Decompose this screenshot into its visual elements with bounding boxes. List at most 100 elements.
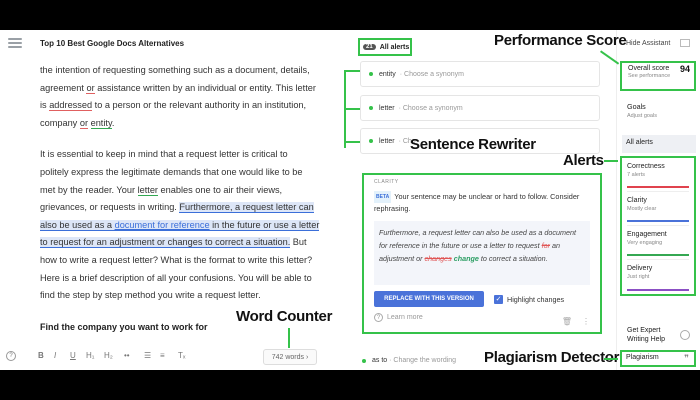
alert-card[interactable]: entity · Choose a synonym xyxy=(360,61,600,87)
category-name: Delivery xyxy=(627,265,653,272)
text-line: assistance written by an individual or e… xyxy=(94,82,316,93)
bold-button[interactable]: B xyxy=(38,351,44,360)
sentence-rewriter-card[interactable]: CLARITY BETA Your sentence may be unclear… xyxy=(362,173,602,334)
text-line: is xyxy=(40,100,50,111)
category-delivery[interactable]: Delivery Just right xyxy=(627,260,689,294)
highlighted-sentence[interactable]: Furthermore, a request letter can xyxy=(179,202,314,214)
paragraph-1: the intention of requesting something su… xyxy=(40,62,330,132)
highlighted-sentence[interactable]: to request for an adjustment or changes … xyxy=(40,237,291,249)
text-line: agreement xyxy=(40,82,87,93)
hide-assistant-button[interactable]: Hide Assistant xyxy=(626,40,670,47)
flagged-word[interactable]: letter xyxy=(137,184,158,196)
category-bar xyxy=(627,220,689,222)
category-correctness[interactable]: Correctness 7 alerts xyxy=(627,158,689,192)
chevron-right-icon: › xyxy=(305,353,309,361)
alert-card[interactable]: letter · Choose a synonym xyxy=(360,95,600,121)
all-alerts-nav[interactable]: All alerts xyxy=(622,135,696,153)
category-status: Mostly clear xyxy=(627,206,657,212)
all-alerts-tab[interactable]: 21 All alerts xyxy=(358,38,412,56)
category-bar xyxy=(627,254,689,256)
category-name: Correctness xyxy=(627,163,665,170)
overall-score-value: 94 xyxy=(679,64,690,74)
unordered-list-icon[interactable]: ≡ xyxy=(160,351,165,360)
annotation-arrow xyxy=(288,328,290,348)
document-title: Top 10 Best Google Docs Alternatives xyxy=(40,39,185,48)
text-line: how to write a request letter? What is t… xyxy=(40,254,313,265)
replace-button[interactable]: REPLACE WITH THIS VERSION xyxy=(374,291,484,307)
alert-dot-icon xyxy=(369,72,373,76)
category-status: Just right xyxy=(627,274,650,280)
alert-categories: Correctness 7 alerts Clarity Mostly clea… xyxy=(620,156,696,296)
reference-link[interactable]: document for reference xyxy=(114,219,210,231)
ordered-list-icon[interactable]: ☰ xyxy=(144,351,151,360)
alert-word: letter xyxy=(379,137,395,145)
highlighted-sentence[interactable]: also be used as a xyxy=(40,219,115,231)
help-icon[interactable]: ? xyxy=(6,351,16,361)
category-engagement[interactable]: Engagement Very engaging xyxy=(627,226,689,260)
trash-icon[interactable]: 🗑 xyxy=(562,317,572,326)
clarity-tag: CLARITY xyxy=(374,179,399,185)
category-bar xyxy=(627,186,689,188)
annotation-arrow xyxy=(604,358,618,360)
underline-button[interactable]: U xyxy=(70,351,76,360)
deleted-text: changes xyxy=(424,254,452,263)
alert-suggestion: · Choose a synonym xyxy=(398,104,463,112)
rewriter-actions: REPLACE WITH THIS VERSION ✓ Highlight ch… xyxy=(374,291,590,307)
learn-more-link[interactable]: Learn more xyxy=(387,314,423,321)
link-icon[interactable]: •• xyxy=(124,351,130,360)
text-line: . xyxy=(111,117,115,128)
expert-help-label: Get Expert xyxy=(627,327,661,334)
alert-word: as to xyxy=(372,357,388,364)
annotation-plagiarism: Plagiarism Detector xyxy=(484,349,620,366)
rewriter-message: BETA Your sentence may be unclear or hard… xyxy=(374,191,590,215)
highlight-changes-checkbox[interactable]: ✓ xyxy=(494,294,503,304)
alerts-count-badge: 21 xyxy=(363,44,376,50)
clear-format-icon[interactable]: Tₓ xyxy=(178,351,186,360)
plagiarism-item[interactable]: Plagiarism ❞ xyxy=(620,350,696,367)
rewrite-suggestion: Furthermore, a request letter can also b… xyxy=(374,221,590,285)
plagiarism-label: Plagiarism xyxy=(626,354,659,361)
quote-icon: ❞ xyxy=(684,353,689,363)
category-clarity[interactable]: Clarity Mostly clear xyxy=(627,192,689,226)
goals-item[interactable]: Goals Adjust goals xyxy=(627,102,657,119)
goals-label: Goals xyxy=(627,102,646,111)
panel-icon[interactable] xyxy=(680,39,690,47)
annotation-arrow xyxy=(604,160,618,162)
adjust-goals-link[interactable]: Adjust goals xyxy=(627,113,657,119)
document-body[interactable]: the intention of requesting something su… xyxy=(40,62,330,336)
alert-word: entity xyxy=(379,70,396,78)
more-options-icon[interactable]: ⋮ xyxy=(582,317,590,326)
annotation-performance: Performance Score xyxy=(494,32,627,49)
rewriter-message-text: Your sentence may be unclear or hard to … xyxy=(374,192,580,213)
h2-button[interactable]: H₂ xyxy=(104,351,113,360)
category-bar xyxy=(627,289,689,291)
italic-button[interactable]: I xyxy=(54,351,56,360)
connector-line xyxy=(344,141,360,143)
connector-line xyxy=(344,108,360,110)
beta-badge: BETA xyxy=(374,191,392,203)
word-counter[interactable]: 742 words › xyxy=(263,349,317,365)
highlighted-sentence[interactable]: in the future or use a letter xyxy=(209,219,320,231)
overall-score-card[interactable]: Overall score 94 See performance xyxy=(620,61,696,91)
learn-more-row[interactable]: ? Learn more xyxy=(374,313,590,322)
rewrite-text: to correct a situation. xyxy=(478,254,548,263)
text-line: Here is a brief description of all your … xyxy=(40,272,312,283)
text-line: company xyxy=(40,117,80,128)
flagged-word[interactable]: or xyxy=(86,82,95,94)
paragraph-2: It is essential to keep in mind that a r… xyxy=(40,146,330,304)
alert-suggestion: · Change the wording xyxy=(389,357,457,364)
text-line: the intention of requesting something su… xyxy=(40,65,310,75)
h1-button[interactable]: H₁ xyxy=(86,351,94,360)
alert-card[interactable]: as to · Change the wording xyxy=(362,357,456,364)
alert-suggestion: · Choose a synonym xyxy=(399,70,464,78)
flagged-word[interactable]: entity xyxy=(90,117,112,129)
text-line: met by the reader. Your xyxy=(40,184,138,195)
flagged-word[interactable]: addressed xyxy=(49,100,93,112)
text-line: enables one to air their views, xyxy=(158,184,283,195)
flagged-word[interactable]: or xyxy=(79,117,89,129)
menu-icon[interactable] xyxy=(8,38,22,48)
expert-help-item[interactable]: Get Expert Writing Help xyxy=(627,326,665,344)
alert-word: letter xyxy=(379,104,395,112)
alert-dot-icon xyxy=(362,358,366,363)
editor-window: Top 10 Best Google Docs Alternatives the… xyxy=(0,30,700,370)
